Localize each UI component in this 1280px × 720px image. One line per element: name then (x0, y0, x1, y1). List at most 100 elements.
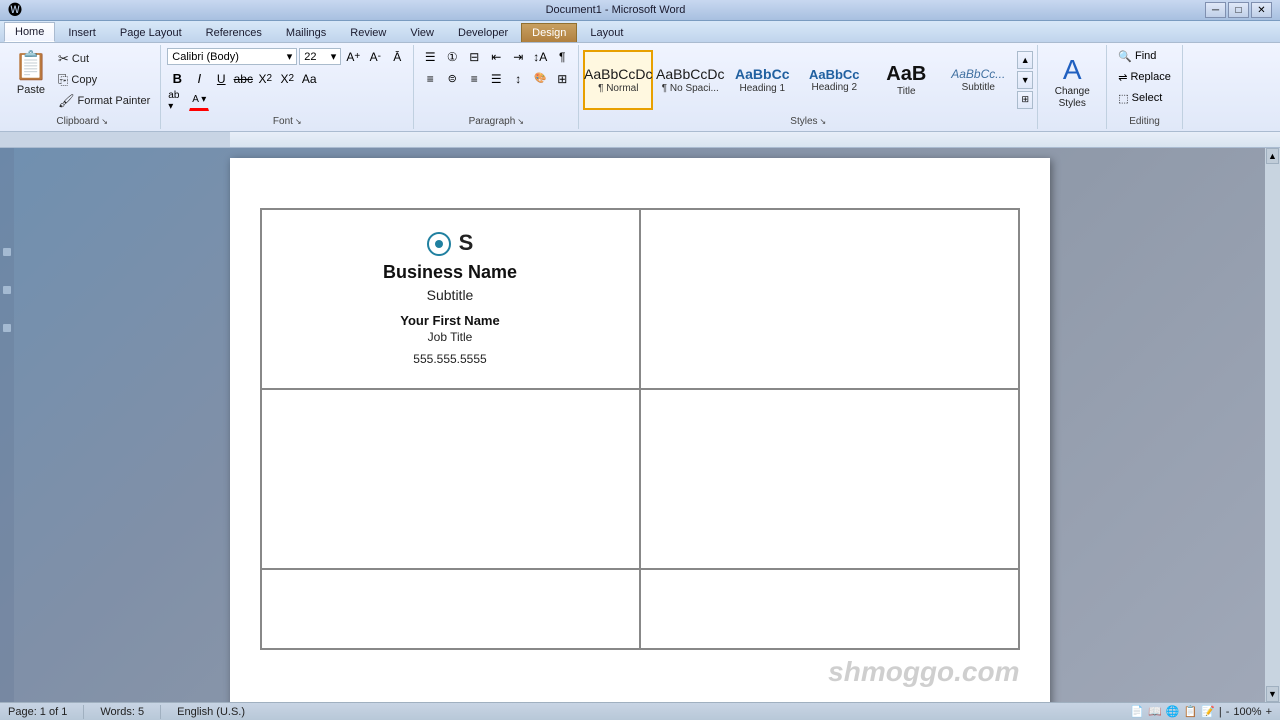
numbering-button[interactable]: ① (442, 47, 462, 67)
style-nospace-label: ¶ No Spaci... (662, 83, 719, 94)
card-business-name: Business Name (383, 262, 517, 283)
justify-button[interactable]: ☰ (486, 69, 506, 89)
zoom-in-button[interactable]: + (1266, 706, 1272, 718)
decrease-indent-button[interactable]: ⇤ (486, 47, 506, 67)
font-color-button[interactable]: A ▾ (189, 91, 209, 111)
view-draft-button[interactable]: 📝 (1201, 705, 1215, 718)
view-web-button[interactable]: 🌐 (1166, 705, 1180, 718)
tab-page-layout[interactable]: Page Layout (109, 23, 193, 42)
document-page[interactable]: S Business Name Subtitle Your First Name… (230, 158, 1050, 703)
tab-developer[interactable]: Developer (447, 23, 519, 42)
paste-button[interactable]: 📋 Paste (10, 45, 52, 99)
fill-color-button[interactable]: 🎨 (530, 69, 550, 89)
text-highlight-button[interactable]: ab ▾ (167, 91, 187, 111)
card-top-right (640, 209, 1019, 389)
subscript-button[interactable]: X2 (255, 69, 275, 89)
page-container: S Business Name Subtitle Your First Name… (14, 148, 1265, 703)
styles-scroll-down[interactable]: ▼ (1017, 71, 1033, 89)
font-group: Calibri (Body) ▾ 22 ▾ A+ A- Ā (161, 45, 414, 129)
styles-scroll: ▲ ▼ ⊞ (1017, 51, 1033, 109)
paragraph-expander[interactable]: ↘ (517, 117, 524, 126)
select-icon: ⬚ (1118, 92, 1128, 105)
style-subtitle-button[interactable]: AaBbCc... Subtitle (943, 50, 1013, 110)
superscript-button[interactable]: X2 (277, 69, 297, 89)
change-styles-button[interactable]: A ChangeStyles (1044, 49, 1100, 115)
style-heading2-label: Heading 2 (811, 82, 857, 93)
sort-button[interactable]: ↕A (530, 47, 550, 67)
font-size-selector[interactable]: 22 ▾ (299, 48, 341, 65)
view-outline-button[interactable]: 📋 (1183, 705, 1197, 718)
style-title-button[interactable]: AaB Title (871, 50, 941, 110)
cut-button[interactable]: ✂ Cut (54, 49, 154, 69)
minimize-button[interactable]: ─ (1205, 2, 1226, 18)
tab-mailings[interactable]: Mailings (275, 23, 337, 42)
increase-indent-button[interactable]: ⇥ (508, 47, 528, 67)
paragraph-group: ☰ ① ⊟ ⇤ ⇥ ↕A ¶ ≡ ⊜ ≡ ☰ ↕ 🎨 (414, 45, 579, 129)
underline-button[interactable]: U (211, 69, 231, 89)
scrollbar-right[interactable]: ▲ ▼ (1265, 148, 1280, 703)
replace-button[interactable]: ⇌ Replace (1113, 68, 1176, 87)
style-heading2-preview: AaBbCc (809, 67, 860, 83)
tab-review[interactable]: Review (339, 23, 397, 42)
decrease-font-button[interactable]: A- (365, 47, 385, 67)
paragraph-group-label: Paragraph ↘ (414, 116, 578, 127)
strikethrough-button[interactable]: abc (233, 69, 253, 89)
cut-icon: ✂ (58, 51, 69, 67)
close-button[interactable]: ✕ (1251, 2, 1272, 18)
show-marks-button[interactable]: ¶ (552, 47, 572, 67)
bold-button[interactable]: B (167, 69, 187, 89)
cut-label: Cut (72, 53, 89, 65)
align-left-button[interactable]: ≡ (420, 69, 440, 89)
card-middle-left (261, 389, 640, 569)
scroll-up-button[interactable]: ▲ (1266, 148, 1279, 164)
styles-group: AaBbCcDc ¶ Normal AaBbCcDc ¶ No Spaci...… (579, 45, 1038, 129)
tab-home[interactable]: Home (4, 22, 55, 42)
tab-layout[interactable]: Layout (579, 23, 634, 42)
style-nospace-button[interactable]: AaBbCcDc ¶ No Spaci... (655, 50, 725, 110)
multilevel-list-button[interactable]: ⊟ (464, 47, 484, 67)
style-subtitle-preview: AaBbCc... (951, 67, 1005, 81)
card-bottom-left (261, 569, 640, 649)
styles-scroll-up[interactable]: ▲ (1017, 51, 1033, 69)
line-spacing-button[interactable]: ↕ (508, 69, 528, 89)
clipboard-group-label: Clipboard ↘ (4, 116, 160, 127)
view-print-button[interactable]: 📄 (1130, 705, 1144, 718)
font-name-selector[interactable]: Calibri (Body) ▾ (167, 48, 297, 65)
border-button[interactable]: ⊞ (552, 69, 572, 89)
copy-button[interactable]: ⎘ Copy (54, 70, 154, 90)
tab-insert[interactable]: Insert (57, 23, 107, 42)
clear-formatting-button[interactable]: Ā (387, 47, 407, 67)
tab-references[interactable]: References (195, 23, 273, 42)
scroll-down-button[interactable]: ▼ (1266, 686, 1279, 702)
font-expander[interactable]: ↘ (295, 117, 302, 126)
format-painter-button[interactable]: 🖌 Format Painter (54, 91, 154, 111)
align-center-button[interactable]: ⊜ (442, 69, 462, 89)
style-heading1-label: Heading 1 (739, 83, 785, 94)
bullets-button[interactable]: ☰ (420, 47, 440, 67)
align-right-button[interactable]: ≡ (464, 69, 484, 89)
increase-font-button[interactable]: A+ (343, 47, 363, 67)
clipboard-expander[interactable]: ↘ (101, 117, 108, 126)
language: English (U.S.) (177, 706, 245, 718)
sidebar-marker (3, 248, 11, 256)
title-bar-controls: ─ □ ✕ (1205, 2, 1272, 18)
styles-expander[interactable]: ↘ (820, 117, 827, 126)
zoom-out-button[interactable]: - (1226, 706, 1230, 718)
tab-design[interactable]: Design (521, 23, 577, 42)
style-normal-button[interactable]: AaBbCcDc ¶ Normal (583, 50, 653, 110)
view-fullread-button[interactable]: 📖 (1148, 705, 1162, 718)
style-heading1-button[interactable]: AaBbCc Heading 1 (727, 50, 797, 110)
select-label: Select (1132, 92, 1163, 104)
find-button[interactable]: 🔍 Find (1113, 47, 1161, 66)
format-painter-label: Format Painter (78, 95, 151, 107)
italic-button[interactable]: I (189, 69, 209, 89)
styles-scroll-more[interactable]: ⊞ (1017, 91, 1033, 109)
format-painter-icon: 🖌 (58, 93, 75, 109)
style-title-preview: AaB (886, 62, 926, 86)
tab-view[interactable]: View (399, 23, 445, 42)
maximize-button[interactable]: □ (1228, 2, 1249, 18)
style-heading2-button[interactable]: AaBbCc Heading 2 (799, 50, 869, 110)
style-normal-label: ¶ Normal (598, 83, 638, 94)
change-case-button[interactable]: Aa (299, 69, 319, 89)
select-button[interactable]: ⬚ Select (1113, 89, 1167, 108)
